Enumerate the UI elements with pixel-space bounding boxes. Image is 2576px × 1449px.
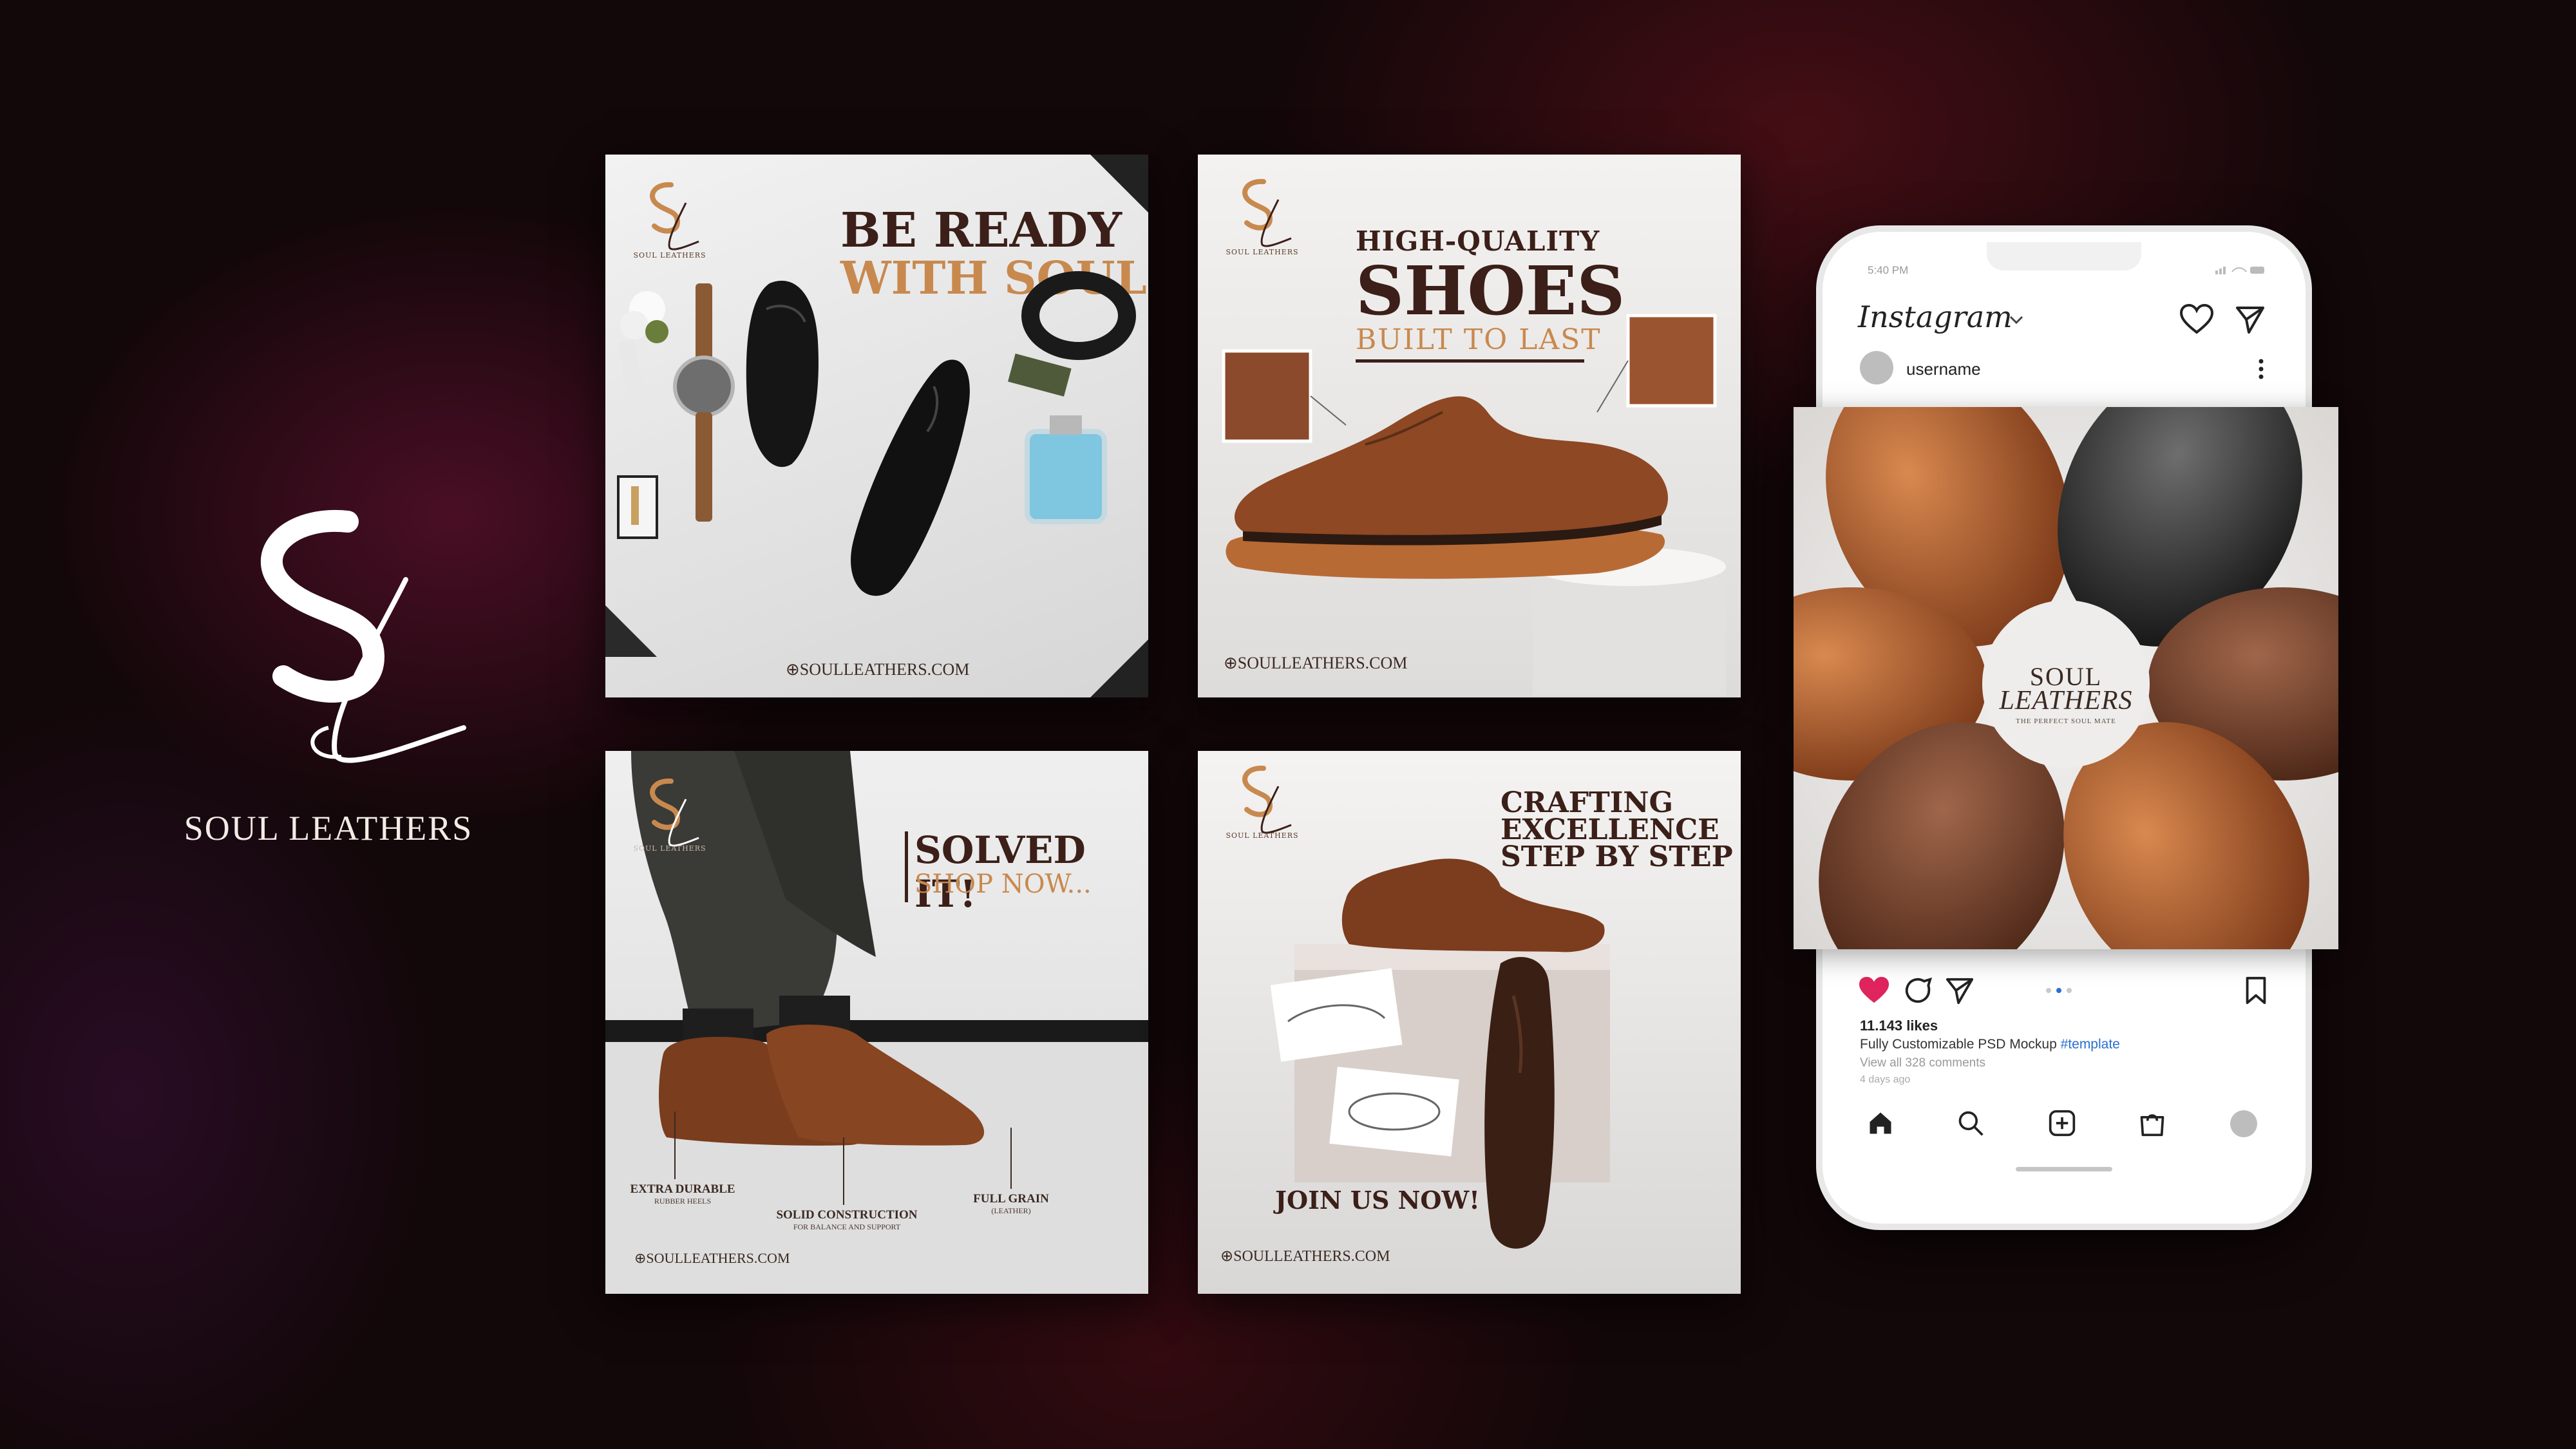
more-options-icon[interactable] — [2257, 357, 2265, 381]
callout-lines — [674, 1112, 1012, 1205]
brand-monogram-logo — [260, 509, 466, 763]
chevron-down-icon[interactable] — [2009, 316, 2023, 325]
post-website: ⊕SOULLEATHERS.COM — [1220, 1248, 1390, 1265]
post-solved-it[interactable]: SOUL LEATHERS SOLVED IT! SHOP NOW... EXT… — [605, 751, 1148, 1294]
heart-icon[interactable] — [2180, 304, 2213, 335]
status-icons — [2215, 267, 2264, 274]
search-icon[interactable] — [1956, 1109, 1985, 1137]
share-icon[interactable] — [1945, 976, 1975, 1005]
post-cta[interactable]: JOIN US NOW! — [1275, 1186, 1480, 1215]
product-shoe-illustration — [1222, 314, 1726, 696]
comment-icon[interactable] — [1903, 976, 1933, 1005]
view-comments-link[interactable]: View all 328 comments — [1860, 1056, 1985, 1070]
carousel-dots — [2046, 988, 2072, 993]
brand-name: SOUL LEATHERS — [184, 809, 473, 848]
image-brand-bottom: LEATHERS — [1999, 686, 2133, 715]
likes-count[interactable]: 11.143 likes — [1860, 1018, 1938, 1034]
post-username[interactable]: username — [1906, 359, 1981, 379]
post-website: ⊕SOULLEATHERS.COM — [1224, 654, 1408, 672]
instagram-post-image[interactable]: SOUL LEATHERS THE PERFECT SOUL MATE — [1794, 407, 2338, 949]
avatar[interactable] — [1860, 351, 1893, 384]
post-high-quality[interactable]: SOUL LEATHERS HIGH-QUALITY SHOES BUILT T… — [1198, 155, 1741, 697]
send-icon[interactable] — [2235, 304, 2266, 335]
image-tagline: THE PERFECT SOUL MATE — [2016, 717, 2116, 725]
profile-avatar-tab[interactable] — [2230, 1110, 2257, 1137]
caption-hashtag[interactable]: #template — [2061, 1037, 2120, 1052]
phone-notch — [1987, 242, 2141, 270]
post-crafting-excellence[interactable]: SOUL LEATHERS CRAFTING EXCELLENCE STEP B… — [1198, 751, 1741, 1294]
post-website: ⊕SOULLEATHERS.COM — [634, 1250, 790, 1266]
home-icon[interactable] — [1866, 1109, 1895, 1137]
shop-icon[interactable] — [2138, 1109, 2166, 1137]
post-corner-decor — [1090, 155, 1148, 697]
post-time-ago: 4 days ago — [1860, 1074, 1911, 1085]
home-indicator — [2016, 1167, 2112, 1171]
post-be-ready[interactable]: SOUL LEATHERS BE READY WITH SOUL ⊕SOULLE… — [605, 155, 1148, 697]
liked-heart-icon[interactable] — [1858, 976, 1890, 1005]
instagram-logo[interactable]: Instagram — [1858, 299, 2012, 334]
new-post-icon[interactable] — [2048, 1109, 2076, 1137]
post-caption: Fully Customizable PSD Mockup #template — [1860, 1037, 2120, 1052]
bookmark-icon[interactable] — [2244, 976, 2268, 1005]
caption-text: Fully Customizable PSD Mockup — [1860, 1037, 2057, 1052]
status-time: 5:40 PM — [1868, 264, 1909, 276]
